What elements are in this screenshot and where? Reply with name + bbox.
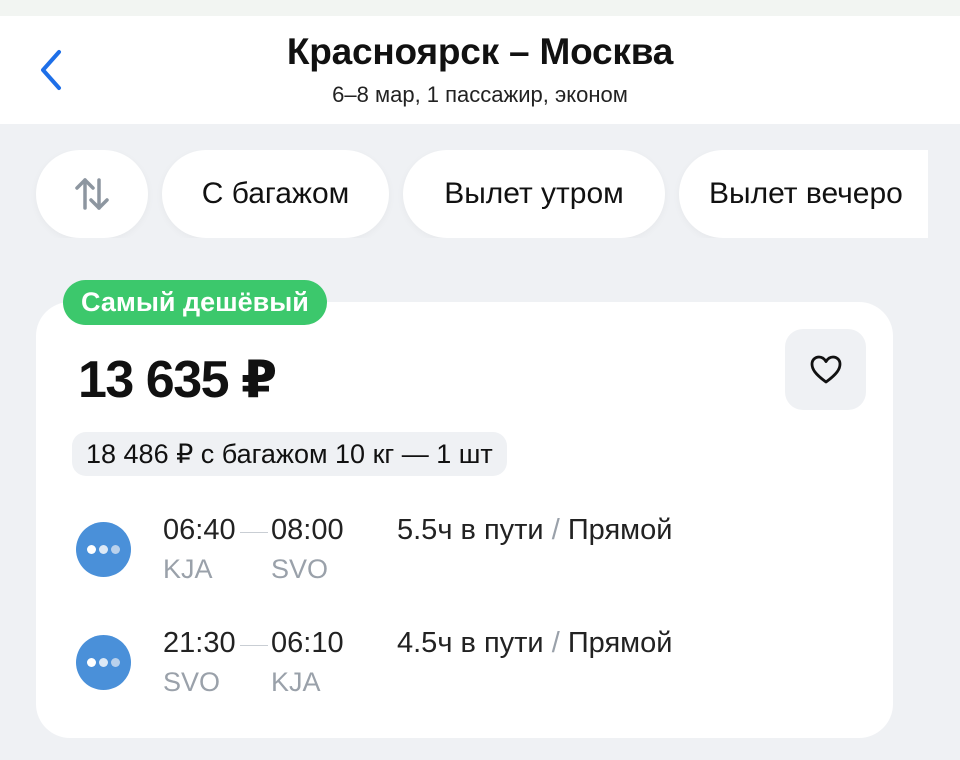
arrival-time: 08:00 (271, 514, 344, 546)
time-separator (240, 645, 268, 646)
departure-time: 06:40 (163, 514, 236, 546)
top-header: Красноярск – Москва 6–8 мар, 1 пассажир,… (0, 16, 960, 124)
status-strip (0, 0, 960, 16)
flight-duration: 5.5ч в пути (397, 514, 544, 546)
departure-airport: KJA (163, 554, 213, 584)
flight-type: Прямой (567, 514, 673, 546)
baggage-price-option[interactable]: 18 486 ₽ с багажом 10 кг — 1 шт (72, 432, 507, 476)
filter-chip-baggage[interactable]: С багажом (162, 150, 389, 238)
flight-info: 4.5ч в пути / Прямой (397, 627, 672, 660)
filter-chip-evening[interactable]: Вылет вечеро (679, 150, 928, 238)
airline-logo (76, 635, 131, 690)
departure-airport: SVO (163, 667, 221, 697)
filter-chip-morning[interactable]: Вылет утром (403, 150, 665, 238)
flight-segment-outbound: 06:40 08:00 KJA SVO 5.5ч в пути / Прямой (0, 512, 960, 602)
cheapest-badge: Самый дешёвый (63, 280, 327, 325)
flight-duration: 4.5ч в пути (397, 627, 544, 659)
heart-outline-icon (810, 355, 841, 383)
time-separator (240, 532, 268, 533)
departure-time: 21:30 (163, 627, 236, 659)
flight-segment-return: 21:30 06:10 SVO KJA 4.5ч в пути / Прямой (0, 625, 960, 715)
favorite-button[interactable] (785, 329, 866, 410)
arrival-time: 06:10 (271, 627, 344, 659)
arrival-airport: SVO (271, 554, 329, 584)
flight-type: Прямой (567, 627, 673, 659)
ticket-price: 13 635 ₽ (78, 351, 277, 409)
arrival-airport: KJA (271, 667, 321, 697)
airline-logo (76, 522, 131, 577)
sort-button[interactable] (36, 150, 148, 238)
info-separator: / (551, 627, 560, 659)
flight-info: 5.5ч в пути / Прямой (397, 514, 672, 547)
info-separator: / (551, 514, 560, 546)
filter-chips: С багажом Вылет утром Вылет вечеро (0, 150, 928, 238)
sort-arrows-icon (75, 178, 109, 210)
search-summary: 6–8 мар, 1 пассажир, эконом (332, 82, 628, 107)
page-title: Красноярск – Москва (286, 31, 674, 72)
